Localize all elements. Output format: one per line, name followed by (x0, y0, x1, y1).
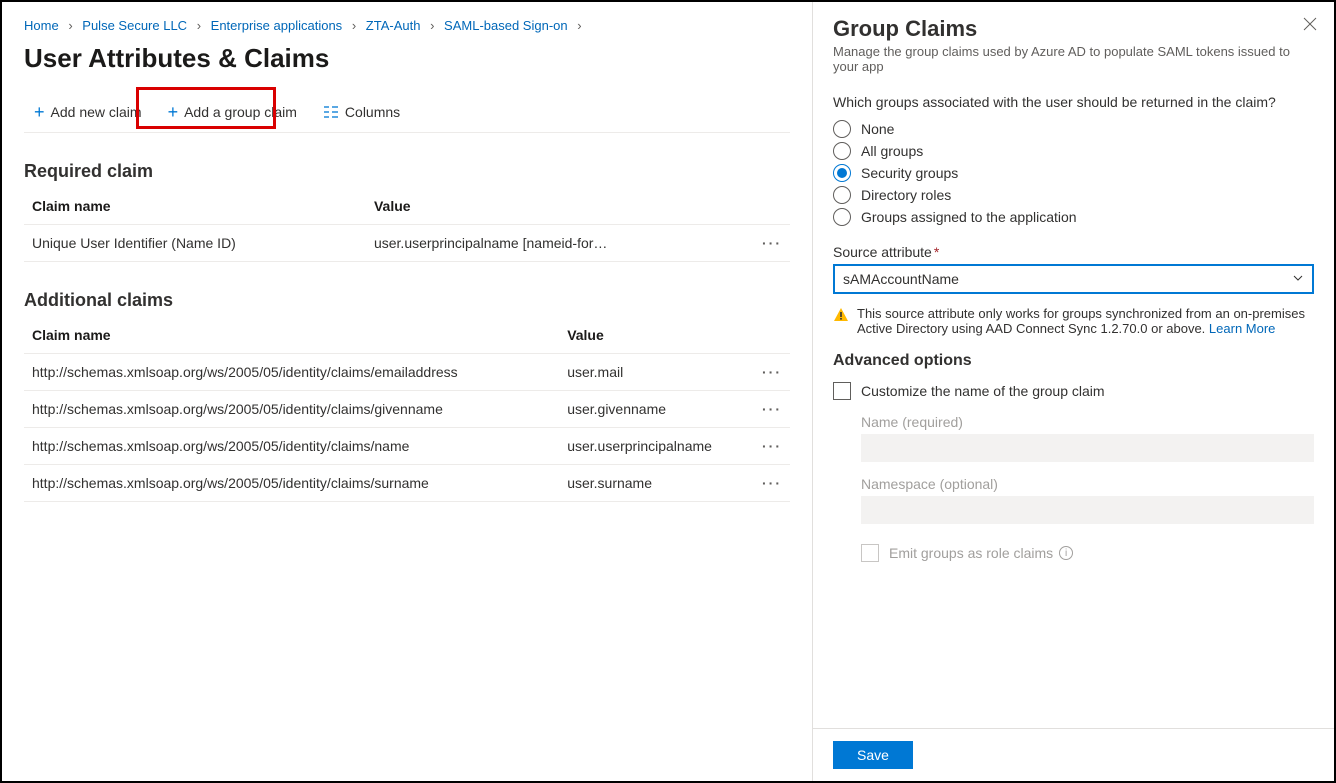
add-group-claim-button[interactable]: + Add a group claim (158, 98, 307, 126)
add-new-claim-button[interactable]: + Add new claim (24, 98, 152, 126)
radio-label: Security groups (861, 165, 958, 181)
column-header-name: Claim name (24, 317, 559, 354)
button-label: Columns (345, 104, 400, 120)
claim-name-cell: http://schemas.xmlsoap.org/ws/2005/05/id… (24, 428, 559, 465)
checkbox-icon (861, 544, 879, 562)
checkbox-icon (833, 382, 851, 400)
column-header-value: Value (559, 317, 754, 354)
breadcrumb-item[interactable]: ZTA-Auth (366, 18, 421, 33)
radio-option-security-groups[interactable]: Security groups (833, 164, 1314, 182)
group-claims-panel: Group Claims Manage the group claims use… (812, 2, 1334, 781)
column-header-name: Claim name (24, 188, 366, 225)
radio-label: All groups (861, 143, 923, 159)
warning-icon (833, 307, 849, 326)
radio-label: Directory roles (861, 187, 951, 203)
plus-icon: + (168, 105, 179, 119)
chevron-right-icon: › (424, 18, 440, 33)
chevron-right-icon: › (191, 18, 207, 33)
claim-name-cell: http://schemas.xmlsoap.org/ws/2005/05/id… (24, 391, 559, 428)
row-actions-button[interactable]: ··· (754, 225, 790, 262)
claim-value-cell: user.userprincipalname (559, 428, 754, 465)
warning-message: This source attribute only works for gro… (833, 306, 1314, 336)
claim-value-cell: user.givenname (559, 391, 754, 428)
button-label: Add a group claim (184, 104, 297, 120)
table-row[interactable]: http://schemas.xmlsoap.org/ws/2005/05/id… (24, 391, 790, 428)
close-button[interactable] (1302, 16, 1318, 37)
emit-groups-checkbox-row: Emit groups as role claims i (861, 544, 1314, 562)
breadcrumb-item[interactable]: Enterprise applications (211, 18, 343, 33)
row-actions-button[interactable]: ··· (754, 391, 790, 428)
advanced-options-title: Advanced options (833, 352, 1314, 370)
info-icon[interactable]: i (1059, 546, 1073, 560)
radio-icon (833, 164, 851, 182)
radio-option-all-groups[interactable]: All groups (833, 142, 1314, 160)
breadcrumb-item[interactable]: Home (24, 18, 59, 33)
chevron-right-icon: › (346, 18, 362, 33)
claim-value-cell: user.userprincipalname [nameid-for… (366, 225, 754, 262)
learn-more-link[interactable]: Learn More (1209, 321, 1275, 336)
additional-claims-table: Claim name Value http://schemas.xmlsoap.… (24, 317, 790, 502)
table-row[interactable]: Unique User Identifier (Name ID)user.use… (24, 225, 790, 262)
radio-label: None (861, 121, 894, 137)
breadcrumb: Home › Pulse Secure LLC › Enterprise app… (24, 12, 790, 43)
name-field-label: Name (required) (861, 414, 1314, 430)
radio-icon (833, 120, 851, 138)
checkbox-label: Customize the name of the group claim (861, 383, 1105, 399)
chevron-right-icon: › (571, 18, 587, 33)
namespace-field-label: Namespace (optional) (861, 476, 1314, 492)
columns-button[interactable]: Columns (313, 98, 410, 126)
additional-claims-title: Additional claims (24, 290, 790, 311)
radio-icon (833, 208, 851, 226)
table-row[interactable]: http://schemas.xmlsoap.org/ws/2005/05/id… (24, 465, 790, 502)
row-actions-button[interactable]: ··· (754, 354, 790, 391)
radio-option-directory-roles[interactable]: Directory roles (833, 186, 1314, 204)
name-input (861, 434, 1314, 462)
radio-icon (833, 142, 851, 160)
save-button[interactable]: Save (833, 741, 913, 769)
customize-name-checkbox-row[interactable]: Customize the name of the group claim (833, 382, 1314, 400)
breadcrumb-item[interactable]: Pulse Secure LLC (82, 18, 187, 33)
chevron-right-icon: › (62, 18, 78, 33)
panel-title: Group Claims (833, 16, 1314, 42)
column-header-value: Value (366, 188, 754, 225)
table-row[interactable]: http://schemas.xmlsoap.org/ws/2005/05/id… (24, 428, 790, 465)
source-attribute-label: Source attribute* (833, 244, 1314, 260)
emit-label: Emit groups as role claims (889, 545, 1053, 561)
required-claim-title: Required claim (24, 161, 790, 182)
source-attribute-select[interactable]: sAMAccountName (833, 264, 1314, 294)
claim-name-cell: http://schemas.xmlsoap.org/ws/2005/05/id… (24, 465, 559, 502)
toolbar: + Add new claim + Add a group claim Colu… (24, 98, 790, 133)
radio-icon (833, 186, 851, 204)
groups-question: Which groups associated with the user sh… (833, 94, 1314, 110)
required-claims-table: Claim name Value Unique User Identifier … (24, 188, 790, 262)
row-actions-button[interactable]: ··· (754, 465, 790, 502)
close-icon (1302, 16, 1318, 32)
required-asterisk: * (934, 244, 939, 260)
button-label: Add new claim (51, 104, 142, 120)
radio-option-none[interactable]: None (833, 120, 1314, 138)
claim-value-cell: user.surname (559, 465, 754, 502)
claim-value-cell: user.mail (559, 354, 754, 391)
page-title: User Attributes & Claims (24, 43, 790, 74)
namespace-input (861, 496, 1314, 524)
claim-name-cell: http://schemas.xmlsoap.org/ws/2005/05/id… (24, 354, 559, 391)
radio-option-assigned-groups[interactable]: Groups assigned to the application (833, 208, 1314, 226)
radio-label: Groups assigned to the application (861, 209, 1077, 225)
columns-icon (323, 104, 339, 120)
plus-icon: + (34, 105, 45, 119)
table-row[interactable]: http://schemas.xmlsoap.org/ws/2005/05/id… (24, 354, 790, 391)
breadcrumb-item[interactable]: SAML-based Sign-on (444, 18, 568, 33)
chevron-down-icon (1292, 271, 1304, 287)
select-value: sAMAccountName (843, 271, 959, 287)
claim-name-cell: Unique User Identifier (Name ID) (24, 225, 366, 262)
panel-subtitle: Manage the group claims used by Azure AD… (833, 44, 1314, 74)
row-actions-button[interactable]: ··· (754, 428, 790, 465)
